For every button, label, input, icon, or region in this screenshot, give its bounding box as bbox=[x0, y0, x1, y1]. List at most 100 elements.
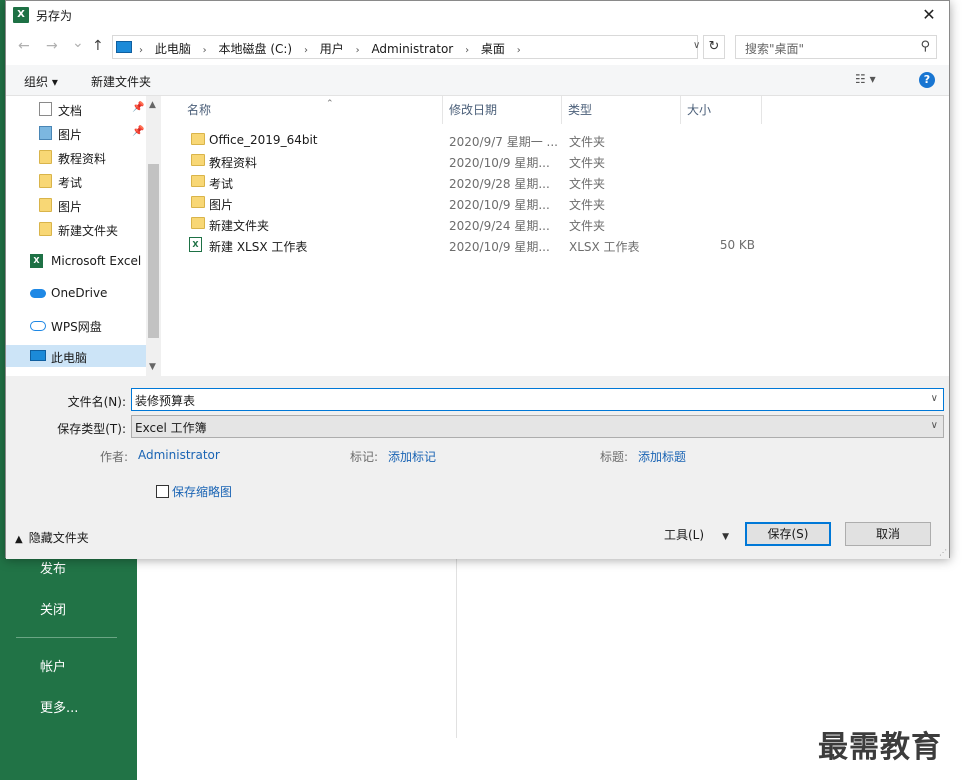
sidebar-item-pictures-pinned[interactable]: 图片 📌 bbox=[6, 122, 146, 144]
cancel-button[interactable]: 取消 bbox=[845, 522, 931, 546]
file-list: 名称 ⌃ 修改日期 类型 大小 Office_2019_64bit 2020/9… bbox=[161, 96, 949, 376]
picture-icon bbox=[39, 126, 52, 140]
filename-value: 装修预算表 bbox=[135, 394, 196, 408]
sidebar-item-pictures-folder[interactable]: 图片 bbox=[6, 194, 146, 216]
sidebar-item-label: 新建文件夹 bbox=[58, 224, 119, 238]
breadcrumb-local-disk[interactable]: 本地磁盘 (C:) bbox=[219, 42, 293, 56]
resize-grip-icon[interactable]: ⋰ bbox=[939, 548, 947, 557]
address-dropdown-icon[interactable]: ∨ bbox=[693, 40, 700, 51]
breadcrumb-administrator[interactable]: Administrator bbox=[371, 42, 453, 56]
recent-locations-icon[interactable]: ⌄ bbox=[72, 35, 84, 51]
watermark: 最需教育 bbox=[818, 730, 942, 765]
title-label: 标题: bbox=[600, 450, 629, 464]
table-row[interactable]: 考试 2020/9/28 星期... 文件夹 bbox=[181, 172, 921, 193]
sidebar-item-microsoft-excel[interactable]: X Microsoft Excel bbox=[6, 250, 146, 272]
column-header-name[interactable]: 名称 ⌃ bbox=[181, 96, 443, 124]
navigation-scrollbar[interactable]: ▲ ▼ bbox=[146, 96, 161, 376]
table-row[interactable]: 新建文件夹 2020/9/24 星期... 文件夹 bbox=[181, 214, 921, 235]
table-row[interactable]: Office_2019_64bit 2020/9/7 星期一 ... 文件夹 bbox=[181, 130, 921, 151]
column-header-type[interactable]: 类型 bbox=[562, 96, 681, 124]
save-as-dialog: X 另存为 ✕ ← → ⌄ ↑ › 此电脑 › 本地磁盘 (C:) › 用户 ›… bbox=[5, 0, 950, 559]
tags-field[interactable]: 添加标记 bbox=[388, 448, 436, 465]
title-field[interactable]: 添加标题 bbox=[638, 448, 686, 465]
scroll-down-icon[interactable]: ▼ bbox=[149, 362, 156, 372]
breadcrumb-desktop[interactable]: 桌面 bbox=[481, 42, 505, 56]
sidebar-item-label: OneDrive bbox=[51, 286, 108, 300]
save-thumbnail-checkbox[interactable] bbox=[156, 485, 169, 498]
save-button[interactable]: 保存(S) bbox=[745, 522, 831, 546]
sidebar-item-label: 考试 bbox=[58, 176, 83, 190]
sidebar-item-new-folder[interactable]: 新建文件夹 bbox=[6, 218, 146, 240]
forward-icon[interactable]: → bbox=[46, 38, 58, 54]
title-bar: X 另存为 ✕ bbox=[6, 1, 949, 29]
sidebar-item-label: 图片 bbox=[58, 128, 83, 142]
scroll-up-icon[interactable]: ▲ bbox=[149, 100, 156, 110]
back-icon[interactable]: ← bbox=[18, 38, 30, 54]
help-icon[interactable]: ? bbox=[919, 72, 935, 88]
chevron-down-icon: ▼ bbox=[722, 532, 729, 542]
sidebar-item-documents[interactable]: 文档 📌 bbox=[6, 98, 146, 120]
table-row[interactable]: X 新建 XLSX 工作表 2020/10/9 星期... XLSX 工作表 5… bbox=[181, 235, 921, 256]
table-row[interactable]: 教程资料 2020/10/9 星期... 文件夹 bbox=[181, 151, 921, 172]
folder-icon bbox=[39, 198, 52, 212]
dialog-title: 另存为 bbox=[36, 9, 73, 23]
onedrive-icon bbox=[30, 289, 46, 298]
backstage-divider bbox=[456, 558, 457, 738]
sort-ascending-icon: ⌃ bbox=[326, 99, 334, 109]
column-header-size[interactable]: 大小 bbox=[681, 96, 762, 124]
wps-cloud-icon bbox=[30, 321, 46, 331]
new-folder-button[interactable]: 新建文件夹 bbox=[91, 73, 151, 90]
backstage-separator bbox=[16, 637, 117, 638]
xlsx-file-icon: X bbox=[189, 237, 202, 252]
tags-label: 标记: bbox=[350, 450, 379, 464]
sidebar-item-label: WPS网盘 bbox=[51, 320, 102, 334]
column-header-date[interactable]: 修改日期 bbox=[443, 96, 562, 124]
pin-icon: 📌 bbox=[132, 126, 145, 137]
backstage-close[interactable]: 关闭 bbox=[40, 599, 66, 618]
search-icon[interactable]: ⚲ bbox=[920, 39, 930, 54]
folder-icon bbox=[39, 150, 52, 164]
folder-icon bbox=[191, 175, 205, 187]
organize-button[interactable]: 组织 ▾ bbox=[24, 73, 58, 90]
backstage-account[interactable]: 帐户 bbox=[40, 656, 66, 675]
refresh-icon: ↻ bbox=[708, 39, 720, 54]
up-icon[interactable]: ↑ bbox=[92, 38, 104, 54]
command-bar: 组织 ▾ 新建文件夹 ☷ ▾ ? bbox=[6, 65, 949, 96]
table-row[interactable]: 图片 2020/10/9 星期... 文件夹 bbox=[181, 193, 921, 214]
folder-icon bbox=[191, 133, 205, 145]
search-box[interactable]: 搜索"桌面" ⚲ bbox=[735, 35, 937, 59]
backstage-more[interactable]: 更多... bbox=[40, 697, 78, 716]
document-icon bbox=[39, 102, 52, 116]
folder-icon bbox=[191, 196, 205, 208]
scrollbar-thumb[interactable] bbox=[148, 164, 159, 338]
sidebar-item-this-pc[interactable]: 此电脑 bbox=[6, 345, 146, 367]
filename-field[interactable]: 装修预算表 ∨ bbox=[131, 388, 944, 411]
folder-icon bbox=[39, 174, 52, 188]
sidebar-item-label: 教程资料 bbox=[58, 152, 107, 166]
breadcrumb-users[interactable]: 用户 bbox=[320, 42, 344, 56]
sidebar-item-wps-cloud[interactable]: WPS网盘 bbox=[6, 314, 146, 336]
author-field[interactable]: Administrator bbox=[138, 448, 220, 462]
close-button[interactable]: ✕ bbox=[909, 1, 949, 29]
sidebar-item-label: 此电脑 bbox=[51, 351, 88, 365]
excel-icon: X bbox=[30, 254, 43, 268]
sidebar-item-exams[interactable]: 考试 bbox=[6, 170, 146, 192]
refresh-button[interactable]: ↻ bbox=[703, 35, 725, 59]
address-bar[interactable]: › 此电脑 › 本地磁盘 (C:) › 用户 › Administrator ›… bbox=[112, 35, 700, 59]
folder-icon bbox=[191, 217, 205, 229]
chevron-down-icon[interactable]: ∨ bbox=[931, 393, 938, 404]
filetype-select[interactable]: Excel 工作簿 ∨ bbox=[131, 415, 944, 438]
sidebar-item-tutorials[interactable]: 教程资料 bbox=[6, 146, 146, 168]
filetype-value: Excel 工作簿 bbox=[135, 421, 207, 435]
breadcrumb: › 此电脑 › 本地磁盘 (C:) › 用户 › Administrator ›… bbox=[139, 42, 521, 56]
hide-folders-button[interactable]: ▲ 隐藏文件夹 bbox=[15, 529, 89, 546]
sidebar-item-onedrive[interactable]: OneDrive bbox=[6, 282, 146, 304]
tools-button[interactable]: 工具(L) ▼ bbox=[664, 526, 729, 543]
backstage-publish[interactable]: 发布 bbox=[40, 558, 66, 577]
folder-icon bbox=[191, 154, 205, 166]
breadcrumb-this-pc[interactable]: 此电脑 bbox=[155, 42, 191, 56]
search-input[interactable]: 搜索"桌面" bbox=[745, 40, 804, 57]
sidebar-item-label: Microsoft Excel bbox=[51, 254, 142, 268]
save-thumbnail-label[interactable]: 保存缩略图 bbox=[172, 483, 232, 500]
change-view-icon[interactable]: ☷ ▾ bbox=[855, 72, 876, 86]
